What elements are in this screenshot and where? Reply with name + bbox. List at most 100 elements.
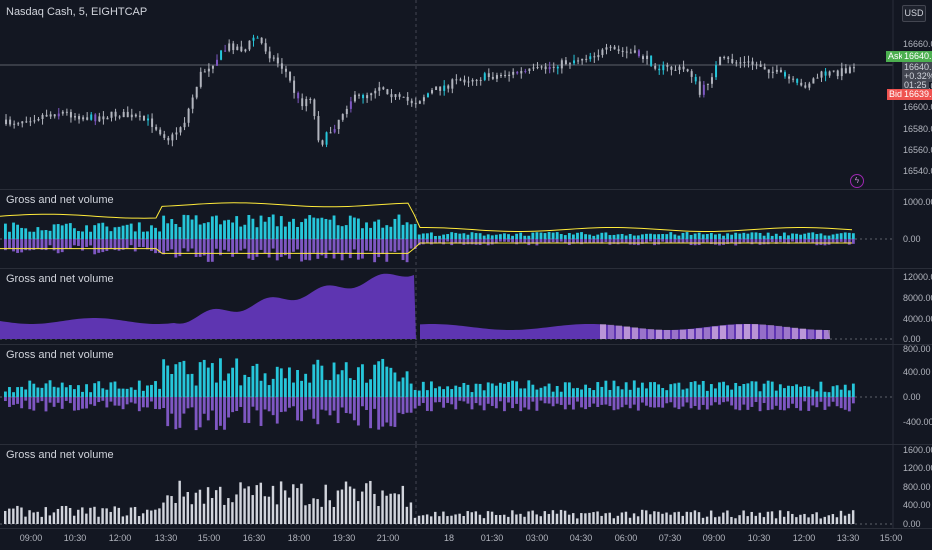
symbol-title[interactable]: Nasdaq Cash, 5, EIGHTCAP — [6, 6, 147, 18]
candle-body — [138, 115, 141, 117]
buy-volume-bar — [726, 385, 730, 397]
net-volume-bar — [344, 225, 348, 239]
net-volume-bar — [194, 239, 198, 257]
volume-chart-3[interactable]: 800.00 400.00 0.00 -400.00 — [0, 345, 932, 444]
currency-button[interactable]: USD — [902, 5, 926, 22]
buy-volume-bar — [223, 380, 226, 397]
sell-volume-bar — [28, 397, 32, 410]
candle-body — [504, 75, 507, 77]
buy-volume-bar — [827, 392, 831, 397]
net-volume-bar — [352, 217, 356, 239]
net-volume-bar — [661, 239, 665, 242]
net-volume-bar — [141, 231, 145, 239]
sell-volume-bar — [665, 397, 669, 404]
indicator-title-4[interactable]: Gross and net volume — [6, 449, 114, 461]
sell-volume-bar — [811, 397, 815, 406]
net-volume-bar — [275, 239, 279, 261]
net-volume-bar — [8, 239, 11, 249]
area-highlight — [784, 326, 790, 339]
gross-volume-bar — [348, 486, 352, 524]
gross-volume-bar — [401, 485, 405, 524]
indicator-title-2[interactable]: Gross and net volume — [6, 273, 114, 285]
sell-volume-bar — [653, 397, 656, 408]
gross-volume-bar — [555, 513, 559, 524]
gross-volume-bar — [247, 486, 250, 524]
candle-body — [828, 71, 831, 76]
net-volume-bar — [113, 227, 117, 239]
candle-body — [528, 68, 531, 71]
gross-volume-bar — [754, 515, 758, 524]
sell-volume-bar — [308, 397, 312, 410]
volume-chart-1[interactable]: 1000.00 0.00 — [0, 190, 932, 268]
candle-body — [646, 55, 649, 60]
net-volume-bar — [20, 227, 24, 239]
net-volume-bar — [405, 222, 409, 239]
net-volume-bar — [677, 235, 681, 239]
buy-volume-bar — [766, 380, 770, 397]
price-pane[interactable]: 16660.0016640.0016620.0016600.0016580.00… — [0, 0, 932, 189]
indicator-title-3[interactable]: Gross and net volume — [6, 349, 114, 361]
volume-pane-3[interactable]: 800.00 400.00 0.00 -400.00 Gross and net vo… — [0, 345, 932, 444]
net-volume-bar — [421, 233, 425, 239]
net-volume-bar — [72, 228, 76, 239]
gross-volume-bar — [673, 512, 676, 524]
time-axis[interactable]: 09:00 10:30 12:00 13:30 15:00 16:30 18:00 19:30… — [0, 528, 932, 550]
volume-pane-1[interactable]: 1000.00 0.00 Gross and net volume — [0, 190, 932, 268]
candle-body — [512, 71, 515, 75]
gross-volume-bar — [381, 490, 384, 524]
buy-volume-bar — [519, 388, 523, 397]
buy-volume-bar — [669, 384, 673, 397]
gross-volume-bar — [283, 490, 287, 524]
net-volume-bar — [438, 235, 441, 239]
net-volume-bar — [377, 239, 381, 258]
candle-body — [422, 97, 425, 102]
buy-volume-bar — [697, 384, 701, 397]
price-chart[interactable]: 16660.0016640.0016620.0016600.0016580.00… — [0, 0, 932, 189]
net-volume-bar — [693, 233, 697, 239]
buy-volume-bar — [588, 387, 592, 397]
net-volume-bar — [312, 239, 316, 253]
candle-body — [763, 66, 766, 70]
buy-volume-bar — [146, 385, 149, 397]
gross-volume-bar — [77, 509, 80, 524]
candle-body — [25, 121, 28, 123]
buy-volume-bar — [405, 371, 409, 397]
volume-chart-4[interactable]: 1600.00 1200.00 800.00 400.00 0.00 — [0, 445, 932, 528]
net-volume-bar — [446, 239, 450, 242]
buy-volume-bar — [572, 388, 575, 397]
buy-volume-bar — [653, 382, 656, 397]
buy-volume-bar — [600, 386, 604, 397]
gross-volume-bar — [653, 511, 656, 524]
gross-volume-bar — [835, 517, 839, 524]
sell-volume-bar — [580, 397, 583, 408]
sell-volume-bar — [791, 397, 794, 404]
gross-volume-bar — [588, 512, 591, 524]
indicator-title-1[interactable]: Gross and net volume — [6, 194, 114, 206]
buy-volume-bar — [722, 381, 725, 397]
candle-body — [804, 85, 807, 88]
candle-body — [374, 90, 377, 94]
area-highlight — [664, 329, 670, 339]
net-volume-bar — [369, 227, 372, 239]
gross-volume-bar — [730, 516, 733, 524]
net-volume-bar — [255, 239, 259, 257]
sell-volume-bar — [730, 397, 734, 406]
time-tick-label: 03:00 — [526, 533, 549, 543]
buy-volume-bar — [413, 389, 417, 397]
lightning-bolt-icon[interactable]: ϟ — [850, 174, 864, 188]
volume-pane-2[interactable]: 12000.00 8000.00 4000.00 0.00 Gross and net… — [0, 269, 932, 344]
gross-volume-bar — [762, 517, 766, 524]
buy-volume-bar — [661, 388, 665, 397]
volume-chart-2[interactable]: 12000.00 8000.00 4000.00 0.00 — [0, 269, 932, 344]
volume-pane-4[interactable]: 1600.00 1200.00 800.00 400.00 0.00 Gross and… — [0, 445, 932, 528]
net-volume-bar — [616, 234, 620, 239]
candle-body — [585, 58, 588, 60]
net-volume-bar — [206, 222, 210, 239]
gross-volume-bar — [559, 509, 563, 524]
time-tick-label: 13:30 — [155, 533, 178, 543]
gross-volume-bar — [645, 510, 648, 524]
candle-body — [5, 119, 8, 125]
net-volume-bar — [547, 239, 551, 243]
buy-volume-bar — [507, 382, 510, 397]
gross-volume-bar — [279, 481, 283, 524]
